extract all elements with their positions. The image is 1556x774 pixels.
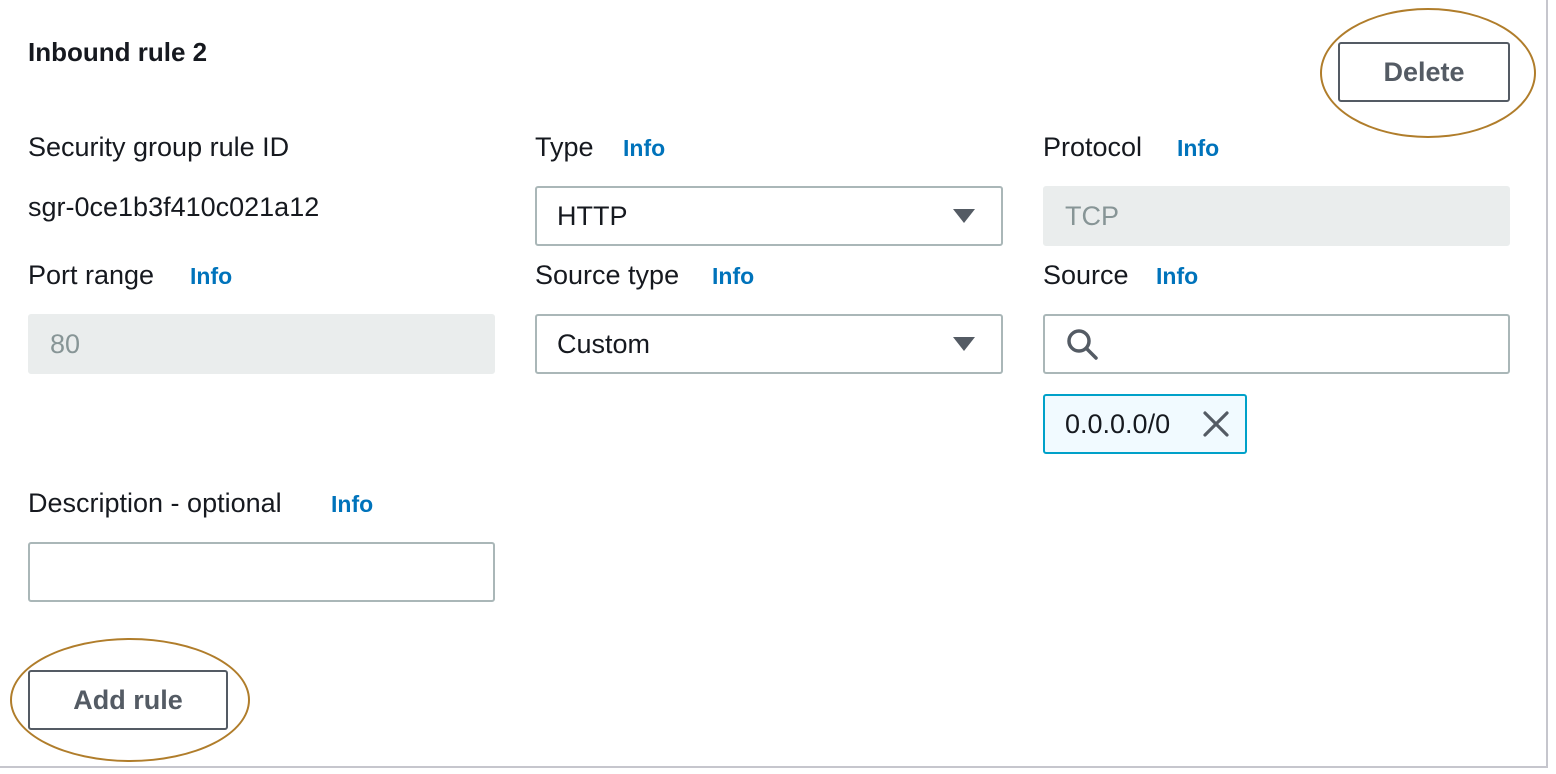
port-range-field: 80 — [28, 314, 495, 374]
source-type-select[interactable]: Custom — [535, 314, 1003, 374]
type-info-link[interactable]: Info — [623, 131, 665, 165]
type-label: Type — [535, 132, 594, 162]
source-type-label: Source type — [535, 260, 680, 290]
source-label: Source — [1043, 260, 1129, 290]
protocol-field: TCP — [1043, 186, 1510, 246]
type-select[interactable]: HTTP — [535, 186, 1003, 246]
protocol-field-value: TCP — [1065, 200, 1119, 231]
protocol-label: Protocol — [1043, 132, 1143, 162]
protocol-info-link[interactable]: Info — [1177, 131, 1219, 165]
search-icon — [1067, 329, 1098, 360]
port-range-info-link[interactable]: Info — [190, 259, 232, 293]
caret-down-icon — [953, 209, 975, 223]
description-label: Description - optional — [28, 488, 282, 518]
port-range-label: Port range — [28, 260, 155, 290]
source-token: 0.0.0.0/0 — [1043, 394, 1247, 454]
type-select-value: HTTP — [557, 200, 628, 231]
rule-id-label: Security group rule ID — [28, 132, 290, 162]
delete-button[interactable]: Delete — [1338, 42, 1510, 102]
inbound-rule-panel: Inbound rule 2 Delete Security group rul… — [0, 0, 1548, 768]
source-type-info-link[interactable]: Info — [712, 259, 754, 293]
caret-down-icon — [953, 337, 975, 351]
add-rule-button[interactable]: Add rule — [28, 670, 228, 730]
source-token-label: 0.0.0.0/0 — [1065, 408, 1171, 439]
source-search-input[interactable] — [1043, 314, 1510, 374]
source-info-link[interactable]: Info — [1156, 259, 1198, 293]
source-type-select-value: Custom — [557, 328, 651, 359]
rule-id-value: sgr-0ce1b3f410c021a12 — [28, 192, 320, 222]
rule-title: Inbound rule 2 — [28, 37, 208, 67]
close-icon[interactable] — [1201, 409, 1231, 439]
port-range-field-value: 80 — [50, 328, 81, 359]
description-info-link[interactable]: Info — [331, 487, 373, 521]
description-input[interactable] — [28, 542, 495, 602]
